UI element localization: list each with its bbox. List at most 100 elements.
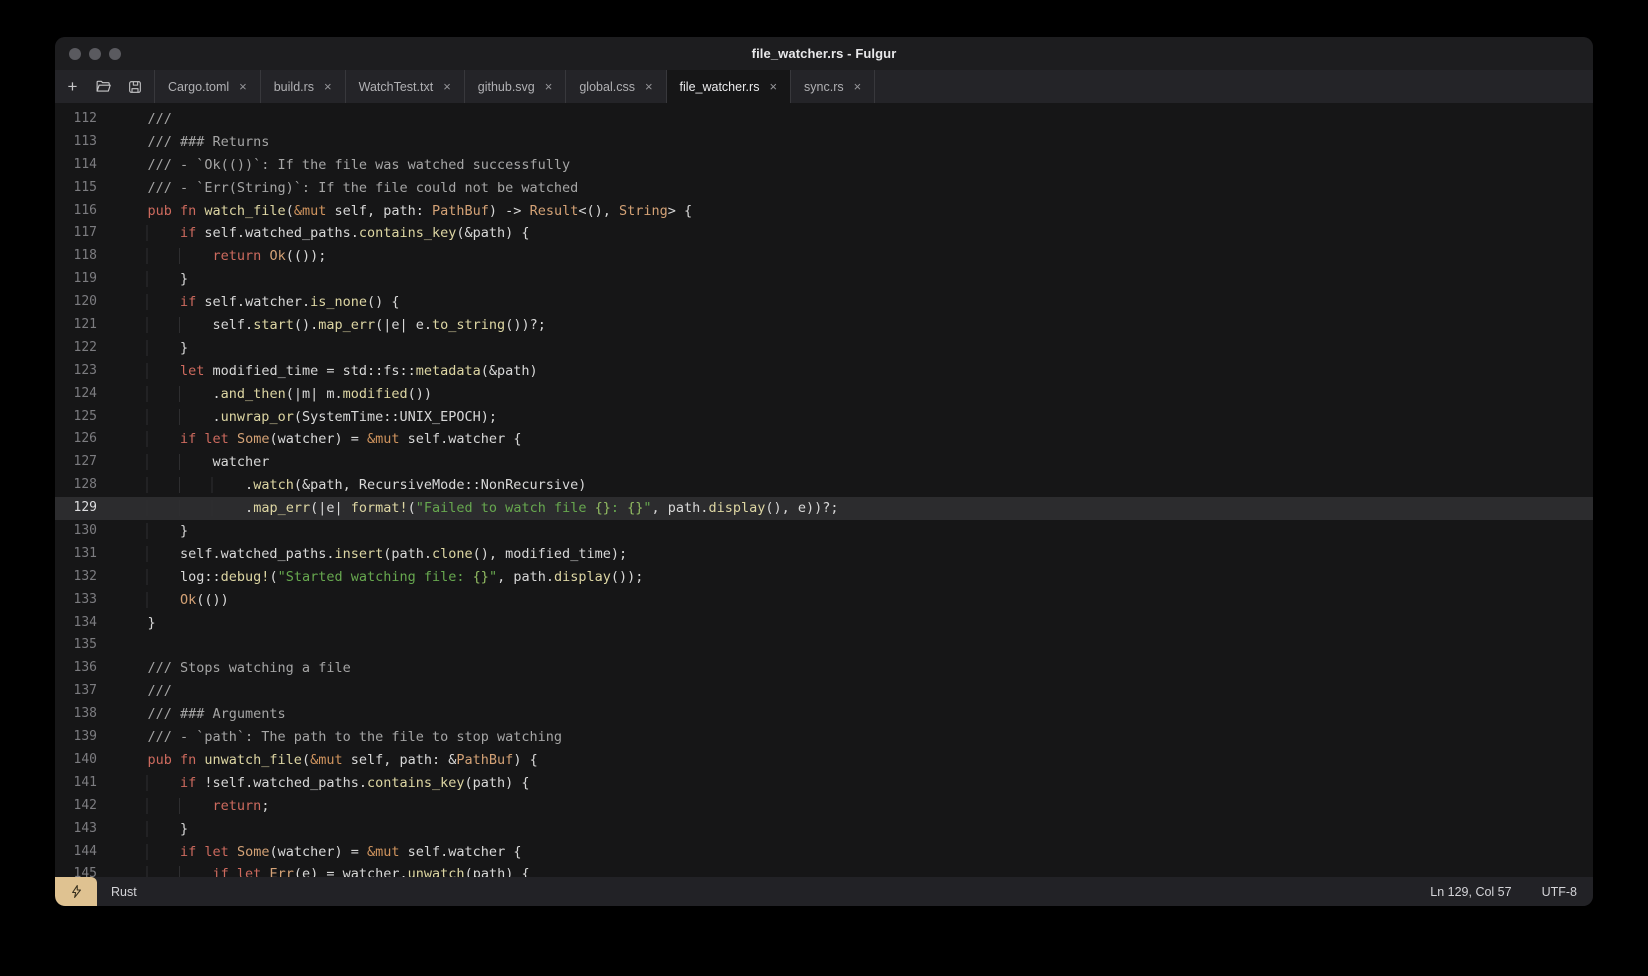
- line-number: 127: [55, 451, 97, 474]
- code-line[interactable]: 135: [55, 634, 1593, 657]
- line-number: 122: [55, 337, 97, 360]
- tab-sync.rs[interactable]: sync.rs×: [791, 70, 875, 103]
- plus-icon: +: [68, 78, 78, 95]
- line-number: 115: [55, 177, 97, 200]
- tab-Cargo.toml[interactable]: Cargo.toml ×: [155, 70, 261, 103]
- tab-build.rs[interactable]: build.rs×: [261, 70, 346, 103]
- code-line[interactable]: 132 log::debug!("Started watching file: …: [55, 566, 1593, 589]
- tab-close-icon[interactable]: ×: [239, 80, 247, 93]
- window-controls: [69, 37, 121, 70]
- code-line[interactable]: 124 .and_then(|m| m.modified()): [55, 383, 1593, 406]
- tab-global.css[interactable]: global.css ×: [566, 70, 666, 103]
- indent-guide: [115, 225, 148, 241]
- code-line[interactable]: 133 Ok(()): [55, 589, 1593, 612]
- close-window-button[interactable]: [69, 48, 81, 60]
- code-line[interactable]: 139 /// - `path`: The path to the file t…: [55, 726, 1593, 749]
- code-editor[interactable]: 112 ///113 /// ### Returns114 /// - `Ok(…: [55, 103, 1593, 877]
- minimize-window-button[interactable]: [89, 48, 101, 60]
- tab-bar: + Cargo.toml×build.rs×WatchTest.txt×gith…: [55, 70, 1593, 103]
- code-line[interactable]: 114 /// - `Ok(())`: If the file was watc…: [55, 154, 1593, 177]
- new-file-button[interactable]: +: [57, 70, 88, 103]
- indent-guide: [115, 454, 180, 470]
- line-number: 142: [55, 795, 97, 818]
- code-line[interactable]: 137 ///: [55, 680, 1593, 703]
- tab-close-icon[interactable]: ×: [545, 80, 553, 93]
- code-line[interactable]: 113 /// ### Returns: [55, 131, 1593, 154]
- code-text: pub fn unwatch_file(&mut self, path: &Pa…: [97, 749, 538, 772]
- tab-bar-actions: +: [55, 70, 155, 103]
- line-number: 131: [55, 543, 97, 566]
- code-line[interactable]: 117 if self.watched_paths.contains_key(&…: [55, 222, 1593, 245]
- code-line[interactable]: 141 if !self.watched_paths.contains_key(…: [55, 772, 1593, 795]
- line-number: 135: [55, 634, 97, 657]
- tab-label: Cargo.toml: [168, 80, 229, 94]
- line-number: 144: [55, 841, 97, 864]
- status-bar: Rust Ln 129, Col 57 UTF-8: [55, 877, 1593, 906]
- tab-label: github.svg: [478, 80, 535, 94]
- code-line[interactable]: 130 }: [55, 520, 1593, 543]
- indent-guide: [115, 363, 148, 379]
- open-file-button[interactable]: [88, 70, 119, 103]
- code-line[interactable]: 112 ///: [55, 108, 1593, 131]
- code-line[interactable]: 125 .unwrap_or(SystemTime::UNIX_EPOCH);: [55, 406, 1593, 429]
- indent-guide: [115, 546, 148, 562]
- code-text: if let Err(e) = watcher.unwatch(path) {: [97, 863, 530, 877]
- zoom-window-button[interactable]: [109, 48, 121, 60]
- indent-guide: [115, 592, 148, 608]
- code-line[interactable]: 138 /// ### Arguments: [55, 703, 1593, 726]
- indent-guide: [115, 775, 148, 791]
- code-line[interactable]: 144 if let Some(watcher) = &mut self.wat…: [55, 841, 1593, 864]
- code-line[interactable]: 131 self.watched_paths.insert(path.clone…: [55, 543, 1593, 566]
- code-line[interactable]: 118 return Ok(());: [55, 245, 1593, 268]
- encoding-indicator[interactable]: UTF-8: [1542, 885, 1577, 899]
- code-line[interactable]: 128 .watch(&path, RecursiveMode::NonRecu…: [55, 474, 1593, 497]
- code-text: if !self.watched_paths.contains_key(path…: [97, 772, 530, 795]
- code-text: }: [97, 520, 188, 543]
- tab-close-icon[interactable]: ×: [854, 80, 862, 93]
- code-line[interactable]: 119 }: [55, 268, 1593, 291]
- code-line[interactable]: 123 let modified_time = std::fs::metadat…: [55, 360, 1593, 383]
- line-number: 121: [55, 314, 97, 337]
- line-number: 134: [55, 612, 97, 635]
- code-line[interactable]: 121 self.start().map_err(|e| e.to_string…: [55, 314, 1593, 337]
- code-line[interactable]: 143 }: [55, 818, 1593, 841]
- indent-guide: [115, 821, 148, 837]
- code-line[interactable]: 145 if let Err(e) = watcher.unwatch(path…: [55, 863, 1593, 877]
- code-line[interactable]: 136 /// Stops watching a file: [55, 657, 1593, 680]
- code-line[interactable]: 126 if let Some(watcher) = &mut self.wat…: [55, 428, 1593, 451]
- code-line[interactable]: 116 pub fn watch_file(&mut self, path: P…: [55, 200, 1593, 223]
- code-line[interactable]: 134 }: [55, 612, 1593, 635]
- tab-close-icon[interactable]: ×: [443, 80, 451, 93]
- code-line[interactable]: 120 if self.watcher.is_none() {: [55, 291, 1593, 314]
- tab-github.svg[interactable]: github.svg ×: [465, 70, 567, 103]
- lightning-bolt-icon: [69, 884, 84, 899]
- line-number: 120: [55, 291, 97, 314]
- code-text: ///: [97, 680, 172, 703]
- code-line[interactable]: 142 return;: [55, 795, 1593, 818]
- code-line[interactable]: 122 }: [55, 337, 1593, 360]
- code-text: /// - `Ok(())`: If the file was watched …: [97, 154, 570, 177]
- code-line[interactable]: 115 /// - `Err(String)`: If the file cou…: [55, 177, 1593, 200]
- tab-close-icon[interactable]: ×: [645, 80, 653, 93]
- language-indicator[interactable]: Rust: [111, 885, 137, 899]
- title-bar[interactable]: file_watcher.rs - Fulgur: [55, 37, 1593, 70]
- line-number: 125: [55, 406, 97, 429]
- tab-strip: Cargo.toml×build.rs×WatchTest.txt×github…: [155, 70, 875, 103]
- code-line[interactable]: 127 watcher: [55, 451, 1593, 474]
- cursor-position[interactable]: Ln 129, Col 57: [1430, 885, 1511, 899]
- line-number: 136: [55, 657, 97, 680]
- save-file-button[interactable]: [119, 70, 150, 103]
- code-text: if self.watcher.is_none() {: [97, 291, 400, 314]
- line-number: 145: [55, 863, 97, 877]
- tab-close-icon[interactable]: ×: [769, 80, 777, 93]
- line-number: 117: [55, 222, 97, 245]
- code-text: }: [97, 612, 156, 635]
- tab-WatchTest.txt[interactable]: WatchTest.txt×: [346, 70, 465, 103]
- tab-close-icon[interactable]: ×: [324, 80, 332, 93]
- code-line[interactable]: 140 pub fn unwatch_file(&mut self, path:…: [55, 749, 1593, 772]
- tab-file_watcher.rs[interactable]: file_watcher.rs×: [667, 70, 792, 103]
- activity-badge[interactable]: [55, 877, 97, 906]
- open-folder-icon: [95, 78, 112, 95]
- tab-label: global.css: [579, 80, 635, 94]
- code-line[interactable]: 129 .map_err(|e| format!("Failed to watc…: [55, 497, 1593, 520]
